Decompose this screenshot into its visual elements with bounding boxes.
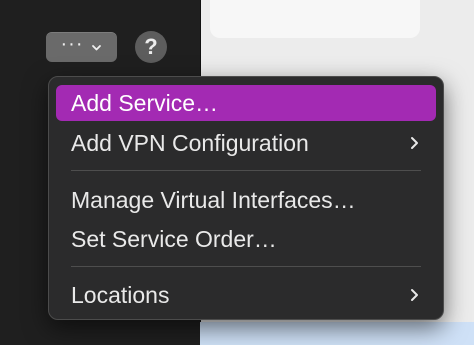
menu-item-label: Add VPN Configuration bbox=[71, 130, 309, 156]
screen: ··· ? Add Service… Add VPN Configuration… bbox=[0, 0, 474, 345]
menu-item-add-vpn-configuration[interactable]: Add VPN Configuration bbox=[56, 125, 436, 161]
chevron-right-icon bbox=[411, 137, 418, 149]
menu-item-label: Add Service… bbox=[71, 90, 219, 116]
content-card bbox=[210, 0, 420, 38]
menu-item-manage-virtual-interfaces[interactable]: Manage Virtual Interfaces… bbox=[56, 182, 436, 218]
menu-item-label: Set Service Order… bbox=[71, 226, 277, 252]
help-button[interactable]: ? bbox=[135, 31, 167, 63]
menu-item-label: Locations bbox=[71, 282, 170, 308]
menu-separator bbox=[71, 266, 421, 267]
selected-row-strip bbox=[200, 322, 474, 345]
menu-separator bbox=[71, 170, 421, 171]
context-menu: Add Service… Add VPN Configuration Manag… bbox=[48, 76, 444, 320]
ellipsis-icon: ··· bbox=[60, 33, 84, 55]
chevron-right-icon bbox=[411, 289, 418, 301]
menu-item-label: Manage Virtual Interfaces… bbox=[71, 187, 356, 213]
menu-item-locations[interactable]: Locations bbox=[56, 277, 436, 313]
chevron-down-icon bbox=[92, 44, 102, 50]
menu-item-set-service-order[interactable]: Set Service Order… bbox=[56, 221, 436, 257]
help-icon: ? bbox=[144, 34, 158, 59]
menu-item-add-service[interactable]: Add Service… bbox=[56, 85, 436, 121]
action-menu-button[interactable]: ··· bbox=[46, 32, 117, 62]
